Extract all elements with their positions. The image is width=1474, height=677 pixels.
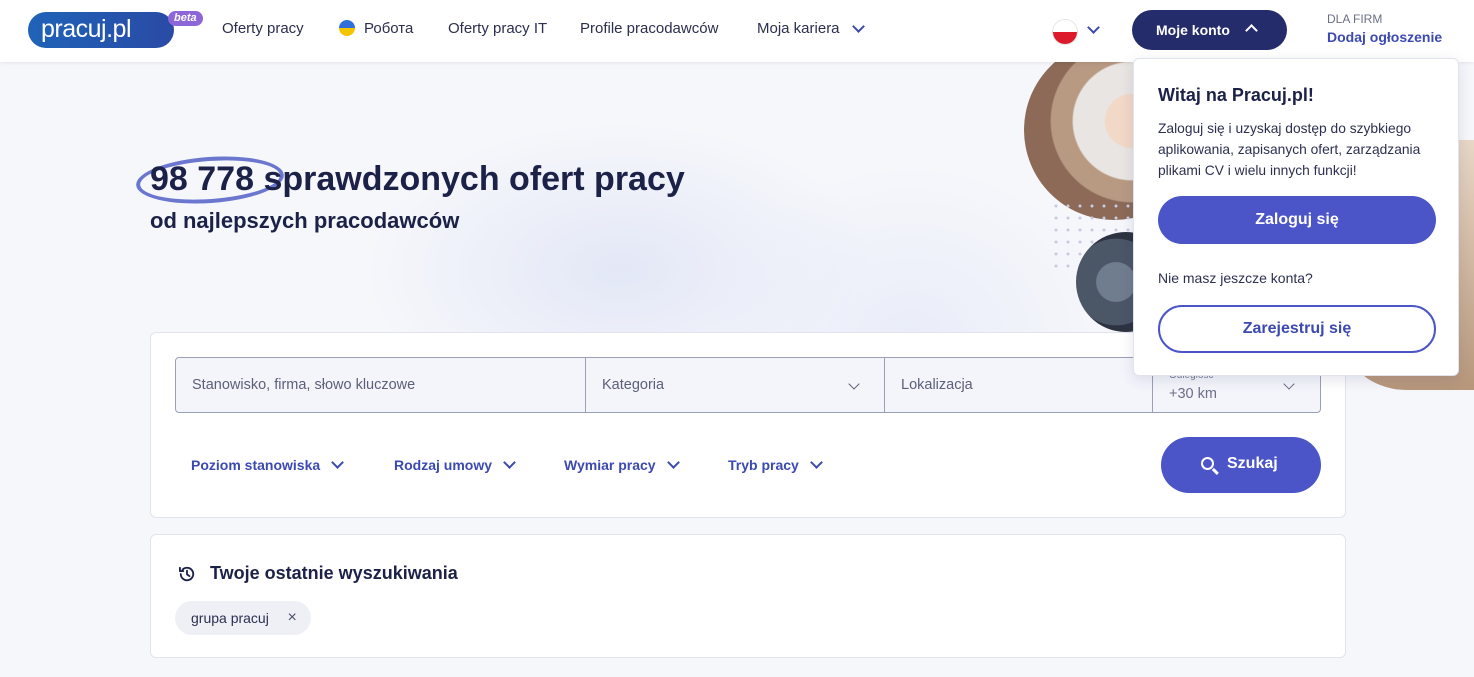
search-button-label: Szukaj <box>1227 455 1278 472</box>
filter-work-mode[interactable]: Tryb pracy <box>728 456 823 473</box>
location-field[interactable] <box>884 358 1152 412</box>
chevron-down-icon[interactable] <box>1087 21 1100 34</box>
popover-title: Witaj na Pracuj.pl! <box>1158 85 1314 105</box>
filter-work-time[interactable]: Wymiar pracy <box>564 456 680 473</box>
keyword-field[interactable] <box>176 358 585 412</box>
account-popover: Witaj na Pracuj.pl! Zaloguj się i uzyska… <box>1133 58 1459 376</box>
my-account-button[interactable]: Moje konto <box>1132 10 1287 50</box>
popover-description: Zaloguj się i uzyskaj dostęp do szybkieg… <box>1158 121 1421 178</box>
nav-employer-profiles[interactable]: Profile pracodawców <box>580 20 718 37</box>
chevron-down-icon <box>666 456 680 469</box>
register-button[interactable]: Zarejestruj się <box>1158 305 1436 353</box>
filter-label: Rodzaj umowy <box>394 457 493 473</box>
post-job-link[interactable]: Dodaj ogłoszenie <box>1327 29 1442 45</box>
login-button[interactable]: Zaloguj się <box>1158 196 1436 244</box>
ukraine-flag-icon <box>339 20 355 36</box>
category-placeholder: Kategoria <box>602 377 665 393</box>
filter-label: Tryb pracy <box>728 457 799 473</box>
search-button[interactable]: Szukaj <box>1161 437 1321 493</box>
chevron-down-icon <box>1283 378 1295 390</box>
location-input[interactable] <box>885 358 1152 412</box>
recent-search-chip[interactable]: grupa pracuj × <box>175 601 311 635</box>
no-account-text: Nie masz jeszcze konta? <box>1158 270 1313 286</box>
search-icon <box>1201 457 1214 470</box>
keyword-input[interactable] <box>176 358 585 412</box>
chip-label: grupa pracuj <box>191 610 269 626</box>
nav-job-offers[interactable]: Oferty pracy <box>222 20 304 37</box>
category-select[interactable]: Kategoria <box>585 358 884 412</box>
hero-subtitle: od najlepszych pracodawców <box>150 208 460 233</box>
hero-title: 98 778 sprawdzonych ofert pracy <box>150 160 685 199</box>
offers-count: 98 778 <box>150 160 254 198</box>
beta-badge: beta <box>168 11 203 26</box>
top-navigation-bar: pracuj.pl beta Oferty pracy Робота Ofert… <box>0 0 1474 62</box>
history-icon <box>179 566 195 582</box>
filter-label: Wymiar pracy <box>564 457 656 473</box>
nav-it-job-offers[interactable]: Oferty pracy IT <box>448 20 547 37</box>
logo-text: pracuj.pl <box>41 15 132 43</box>
chevron-down-icon <box>809 456 823 469</box>
chevron-down-icon <box>848 378 860 390</box>
filter-position-level[interactable]: Poziom stanowiska <box>191 456 345 473</box>
nav-my-career[interactable]: Moja kariera <box>757 20 840 37</box>
filter-label: Poziom stanowiska <box>191 457 321 473</box>
recent-searches-title: Twoje ostatnie wyszukiwania <box>210 563 458 583</box>
chevron-down-icon[interactable] <box>852 20 865 33</box>
poland-flag-icon[interactable] <box>1053 20 1077 44</box>
close-icon[interactable]: × <box>287 601 296 635</box>
filter-contract-type[interactable]: Rodzaj umowy <box>394 456 516 473</box>
my-account-label: Moje konto <box>1156 22 1230 38</box>
chevron-down-icon <box>331 456 345 469</box>
pracuj-logo[interactable]: pracuj.pl beta <box>28 11 203 48</box>
recent-searches-panel: Twoje ostatnie wyszukiwania grupa pracuj… <box>150 534 1346 658</box>
distance-value: +30 km <box>1169 386 1217 402</box>
for-business-label: DLA FIRM <box>1327 12 1383 26</box>
hero-title-text: sprawdzonych ofert pracy <box>263 160 685 198</box>
chevron-down-icon <box>503 456 516 469</box>
nav-ukrainian-jobs[interactable]: Робота <box>364 20 413 37</box>
